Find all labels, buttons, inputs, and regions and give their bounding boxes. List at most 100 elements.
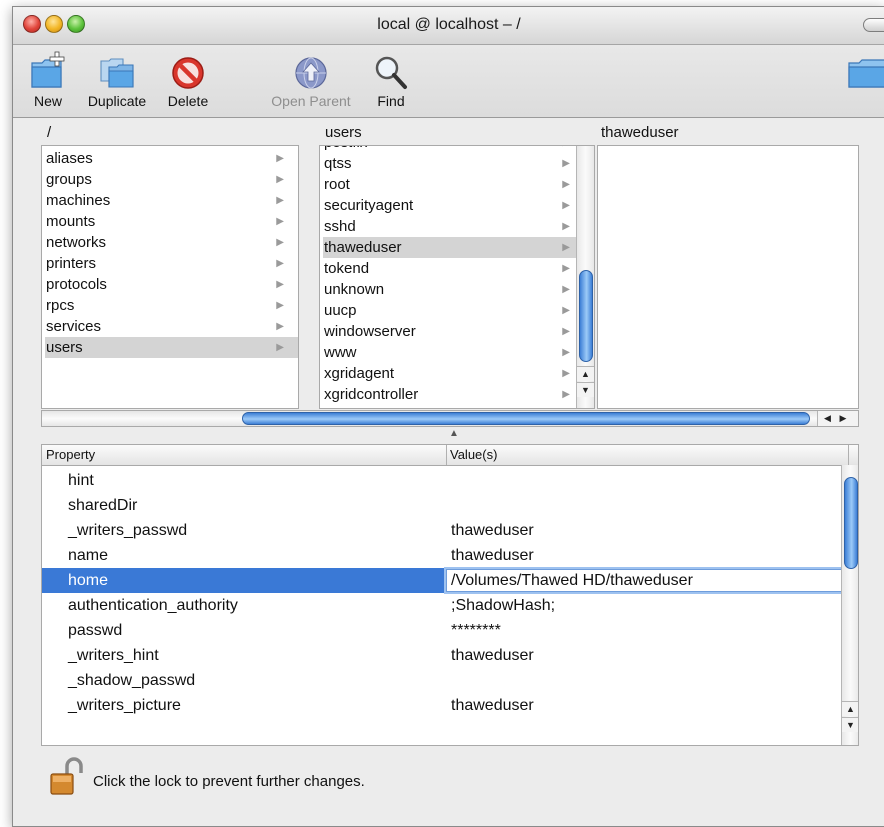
- disclosure-arrow-icon: ▶: [562, 368, 570, 379]
- scroll-down-arrow-icon[interactable]: ▼: [842, 717, 858, 732]
- disclosure-arrow-icon: ▶: [276, 216, 284, 227]
- scroll-right-arrow-icon[interactable]: ▶: [839, 413, 846, 423]
- disclosure-arrow-icon: ▶: [562, 146, 570, 153]
- browser-horizontal-scroll-thumb[interactable]: [242, 412, 810, 425]
- browser-item[interactable]: qtss ▶: [323, 153, 576, 174]
- browser-item-label: mounts: [46, 213, 96, 230]
- disclosure-arrow-icon: ▶: [562, 263, 570, 274]
- property-name: passwd: [68, 622, 123, 639]
- browser-item[interactable]: networks ▶: [45, 232, 298, 253]
- property-row[interactable]: hint: [42, 468, 842, 493]
- browser-item-label: qtss: [324, 155, 352, 172]
- browser-item[interactable]: groups ▶: [45, 169, 298, 190]
- property-name: _writers_picture: [68, 697, 181, 714]
- browser-item[interactable]: root ▶: [323, 174, 576, 195]
- property-row[interactable]: sharedDir: [42, 493, 842, 518]
- users-scroll-thumb[interactable]: [579, 270, 593, 362]
- browser-item[interactable]: printers ▶: [45, 253, 298, 274]
- duplicate-label: Duplicate: [87, 93, 147, 109]
- scroll-up-arrow-icon[interactable]: ▲: [842, 701, 858, 716]
- property-name: hint: [68, 472, 94, 489]
- property-row[interactable]: _writers_passwd thaweduser: [42, 518, 842, 543]
- open-parent-label: Open Parent: [271, 93, 351, 109]
- property-value-editor[interactable]: /Volumes/Thawed HD/thaweduser: [446, 569, 852, 592]
- delete-no-entry-icon: [168, 51, 208, 91]
- property-table: Property Value(s) hint sharedDir _writers_…: [41, 444, 859, 746]
- browser-item[interactable]: unknown ▶: [323, 279, 576, 300]
- browser-item-label: securityagent: [324, 197, 414, 214]
- scroll-left-arrow-icon[interactable]: ◀: [824, 413, 831, 423]
- horizontal-scroll-arrows[interactable]: ◀ ▶: [817, 411, 858, 426]
- browser-item[interactable]: aliases ▶: [45, 148, 298, 169]
- property-row[interactable]: name thaweduser: [42, 543, 842, 568]
- new-button[interactable]: New: [23, 47, 73, 109]
- browser-item[interactable]: uucp ▶: [323, 300, 576, 321]
- property-row[interactable]: authentication_authority ;ShadowHash;: [42, 593, 842, 618]
- disclosure-arrow-icon: ▶: [276, 342, 284, 353]
- browser-item[interactable]: sshd ▶: [323, 216, 576, 237]
- property-row[interactable]: home/Volumes/Thawed HD/thaweduser: [42, 568, 852, 593]
- values-column-header[interactable]: Value(s): [450, 447, 497, 462]
- browser-item[interactable]: thaweduser ▶: [323, 237, 576, 258]
- browser-item-label: services: [46, 318, 102, 335]
- browser-item[interactable]: rpcs ▶: [45, 295, 298, 316]
- property-table-scrollbar[interactable]: ▲ ▼: [841, 465, 858, 745]
- toolbar-toggle-button[interactable]: [863, 18, 884, 32]
- browser-item[interactable]: securityagent ▶: [323, 195, 576, 216]
- disclosure-arrow-icon: ▶: [276, 300, 284, 311]
- property-table-header: Property Value(s): [42, 445, 858, 466]
- folder-shortcut-button[interactable]: [845, 47, 884, 93]
- disclosure-arrow-icon: ▶: [276, 321, 284, 332]
- property-value: thaweduser: [451, 522, 534, 539]
- property-row[interactable]: _writers_hint thaweduser: [42, 643, 842, 668]
- property-row[interactable]: _writers_picture thaweduser: [42, 693, 842, 718]
- open-parent-button[interactable]: Open Parent: [265, 47, 357, 109]
- disclosure-arrow-icon: ▶: [562, 242, 570, 253]
- browser-horizontal-scrollbar[interactable]: ◀ ▶: [41, 410, 859, 427]
- property-value: thaweduser: [451, 547, 534, 564]
- globe-up-arrow-icon: [291, 51, 331, 91]
- property-column-header[interactable]: Property: [46, 447, 95, 462]
- browser-column-users[interactable]: postfix▶qtss▶root▶securityagent▶sshd▶tha…: [319, 145, 595, 409]
- open-padlock-icon: [50, 757, 83, 795]
- browser-item[interactable]: services ▶: [45, 316, 298, 337]
- column-divider: [446, 445, 447, 465]
- property-name: _writers_hint: [68, 647, 159, 664]
- delete-button[interactable]: Delete: [161, 47, 215, 109]
- browser-item[interactable]: tokend ▶: [323, 258, 576, 279]
- browser-item[interactable]: machines ▶: [45, 190, 298, 211]
- title-bar: local @ localhost – /: [13, 7, 884, 45]
- browser-item-label: root: [324, 176, 350, 193]
- duplicate-folders-icon: [97, 51, 137, 91]
- browser-column-thaweduser[interactable]: [597, 145, 859, 409]
- browser-item[interactable]: xgridagent ▶: [323, 363, 576, 384]
- browser-item-label: protocols: [46, 276, 107, 293]
- browser-item-label: windowserver: [324, 323, 416, 340]
- property-row[interactable]: _shadow_passwd: [42, 668, 842, 693]
- disclosure-arrow-icon: ▶: [562, 200, 570, 211]
- disclosure-arrow-icon: ▶: [562, 347, 570, 358]
- scroll-down-arrow-icon[interactable]: ▼: [577, 382, 594, 397]
- users-column-scrollbar[interactable]: ▲ ▼: [576, 146, 594, 408]
- disclosure-arrow-icon: ▶: [562, 389, 570, 400]
- duplicate-button[interactable]: Duplicate: [79, 47, 155, 109]
- browser-item[interactable]: protocols ▶: [45, 274, 298, 295]
- browser-column-root[interactable]: aliases ▶ groups ▶ machines ▶ mounts ▶ networks ▶…: [41, 145, 299, 409]
- browser-item[interactable]: postfix ▶: [323, 146, 576, 153]
- column-divider: [848, 445, 849, 465]
- browser-item-label: unknown: [324, 281, 385, 298]
- property-row[interactable]: passwd ********: [42, 618, 842, 643]
- lock-button[interactable]: [49, 757, 83, 797]
- scroll-up-arrow-icon[interactable]: ▲: [577, 366, 594, 381]
- find-button[interactable]: Find: [367, 47, 415, 109]
- property-name: _shadow_passwd: [68, 672, 196, 689]
- browser-item-label: machines: [46, 192, 111, 209]
- split-view-handle[interactable]: ▲: [449, 428, 459, 439]
- browser-item[interactable]: users ▶: [45, 337, 298, 358]
- browser-item[interactable]: mounts ▶: [45, 211, 298, 232]
- browser-item[interactable]: www ▶: [323, 342, 576, 363]
- browser-item[interactable]: xgridcontroller ▶: [323, 384, 576, 405]
- property-name: sharedDir: [68, 497, 138, 514]
- property-scroll-thumb[interactable]: [844, 477, 858, 569]
- browser-item[interactable]: windowserver ▶: [323, 321, 576, 342]
